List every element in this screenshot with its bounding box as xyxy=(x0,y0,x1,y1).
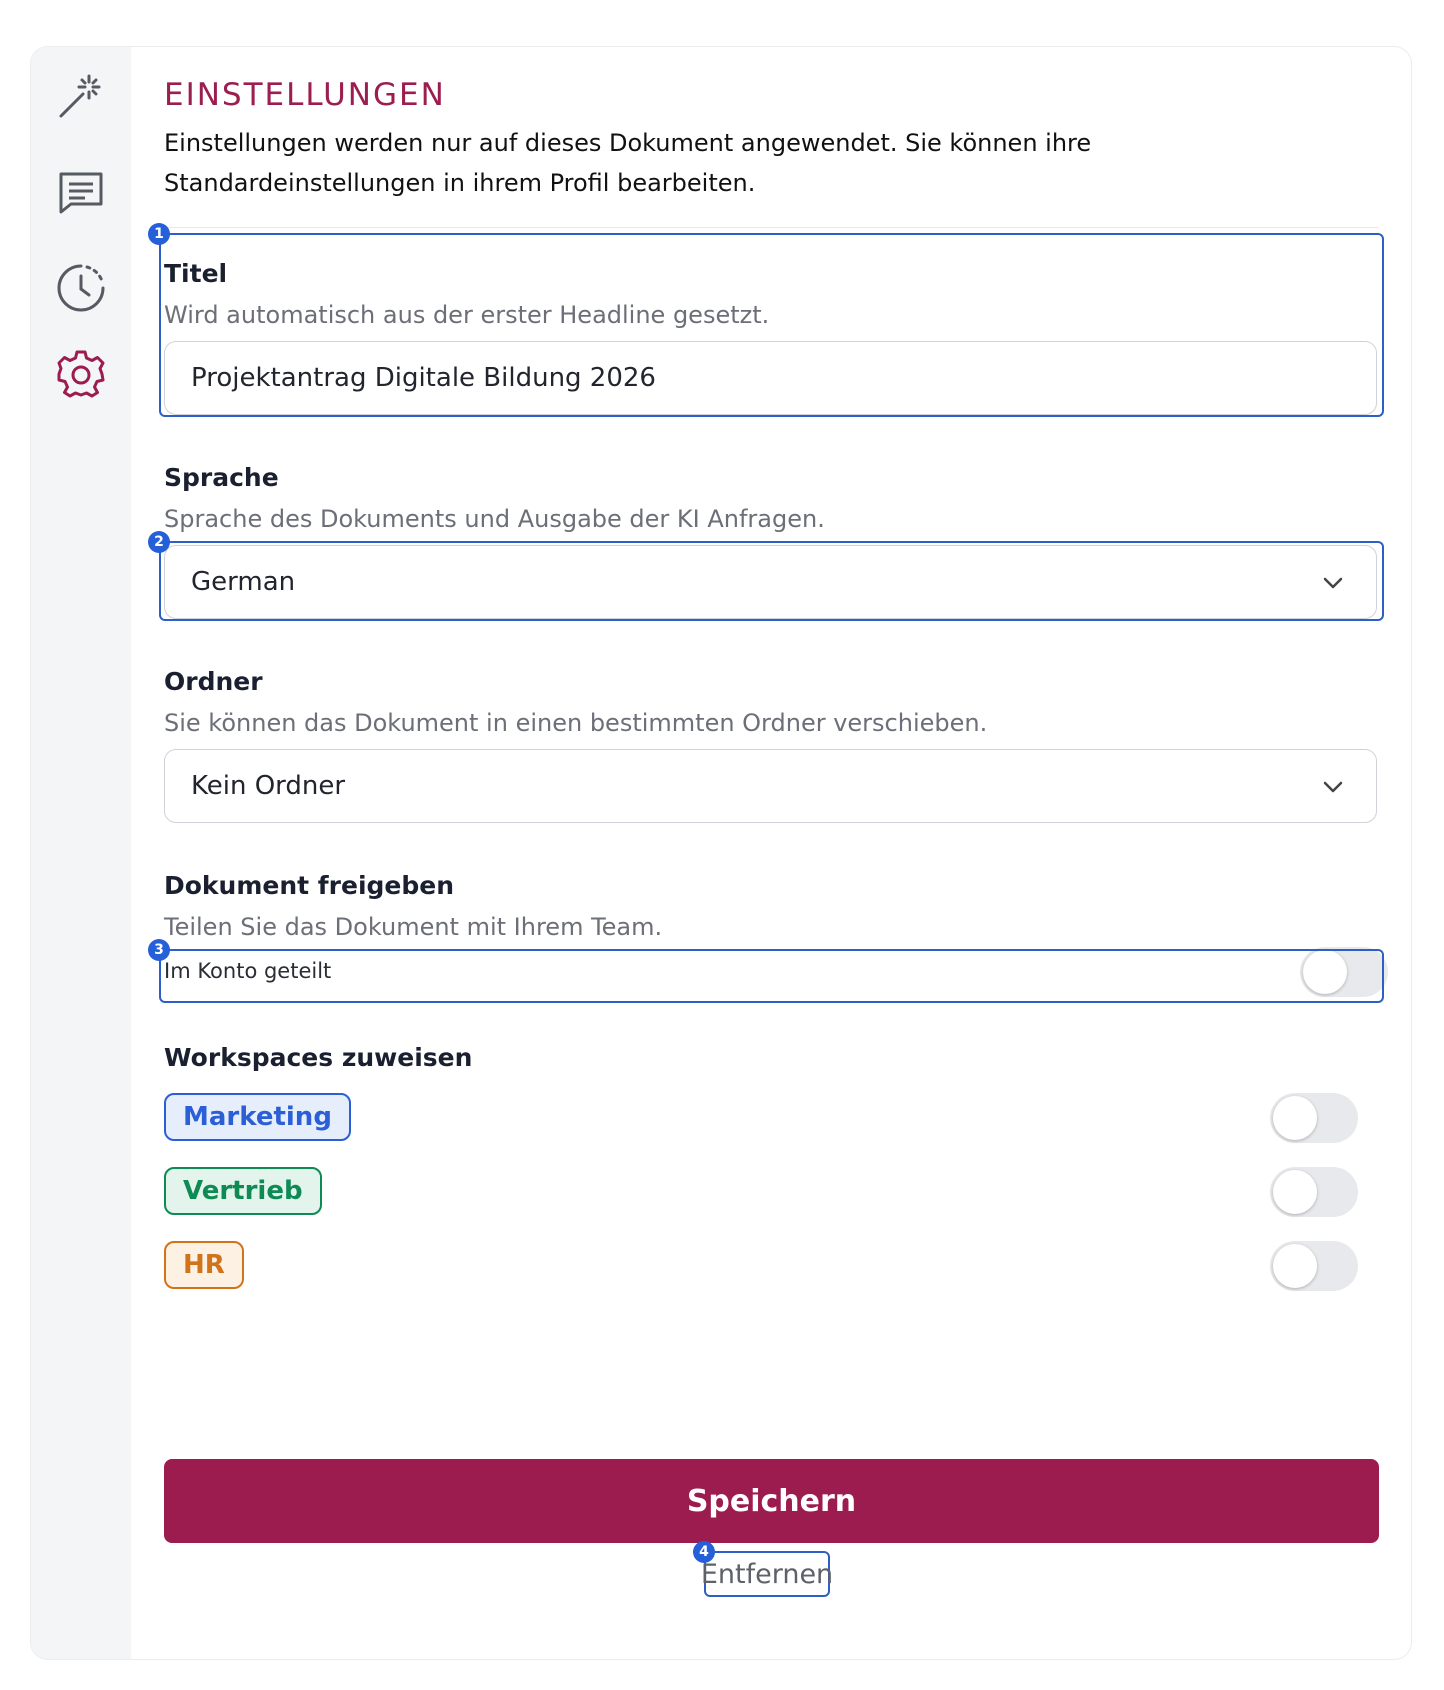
gear-icon[interactable] xyxy=(54,347,108,401)
workspaces-label: Workspaces zuweisen xyxy=(164,1043,473,1072)
sidebar xyxy=(31,47,131,1659)
remove-button[interactable]: Entfernen xyxy=(701,1551,833,1597)
toggle-knob xyxy=(1273,1096,1317,1140)
folder-select[interactable]: Kein Ordner xyxy=(164,749,1377,823)
annotation-badge-4: 4 xyxy=(693,1541,715,1563)
language-select[interactable]: German xyxy=(164,545,1377,619)
workspace-tag-marketing: Marketing xyxy=(164,1093,351,1141)
language-select-value: German xyxy=(191,567,296,597)
workspace-tag-hr: HR xyxy=(164,1241,244,1289)
workspace-tag-vertrieb: Vertrieb xyxy=(164,1167,322,1215)
annotation-badge-3: 3 xyxy=(148,939,170,961)
title-input[interactable]: Projektantrag Digitale Bildung 2026 xyxy=(164,341,1377,415)
chevron-down-icon xyxy=(1323,577,1343,589)
toggle-knob xyxy=(1273,1170,1317,1214)
share-description: Teilen Sie das Dokument mit Ihrem Team. xyxy=(164,913,663,941)
language-description: Sprache des Dokuments und Ausgabe der KI… xyxy=(164,505,825,533)
share-toggle-label: Im Konto geteilt xyxy=(164,959,332,983)
folder-label: Ordner xyxy=(164,667,263,696)
settings-content: EINSTELLUNGEN Einstellungen werden nur a… xyxy=(148,47,1388,1659)
settings-panel: EINSTELLUNGEN Einstellungen werden nur a… xyxy=(30,46,1412,1660)
title-label: Titel xyxy=(164,259,228,288)
workspace-toggle-vertrieb[interactable] xyxy=(1270,1167,1358,1217)
page-title: EINSTELLUNGEN xyxy=(164,77,446,113)
workspace-toggle-marketing[interactable] xyxy=(1270,1093,1358,1143)
history-icon[interactable] xyxy=(54,261,108,315)
toggle-knob xyxy=(1303,950,1347,994)
share-toggle[interactable] xyxy=(1300,947,1388,997)
workspace-toggle-hr[interactable] xyxy=(1270,1241,1358,1291)
annotation-badge-1: 1 xyxy=(148,223,170,245)
annotation-badge-2: 2 xyxy=(148,531,170,553)
chat-icon[interactable] xyxy=(54,165,108,219)
toggle-knob xyxy=(1273,1244,1317,1288)
share-label: Dokument freigeben xyxy=(164,871,455,900)
save-button[interactable]: Speichern xyxy=(164,1459,1379,1543)
language-label: Sprache xyxy=(164,463,279,492)
magic-wand-icon[interactable] xyxy=(54,69,108,123)
title-description: Wird automatisch aus der erster Headline… xyxy=(164,301,770,329)
settings-intro: Einstellungen werden nur auf dieses Doku… xyxy=(164,129,1092,197)
title-input-value: Projektantrag Digitale Bildung 2026 xyxy=(191,363,656,393)
annotation-box-3 xyxy=(159,949,1384,1003)
chevron-down-icon xyxy=(1323,781,1343,793)
divider xyxy=(164,227,1379,228)
folder-description: Sie können das Dokument in einen bestimm… xyxy=(164,709,988,737)
folder-select-value: Kein Ordner xyxy=(191,771,346,801)
